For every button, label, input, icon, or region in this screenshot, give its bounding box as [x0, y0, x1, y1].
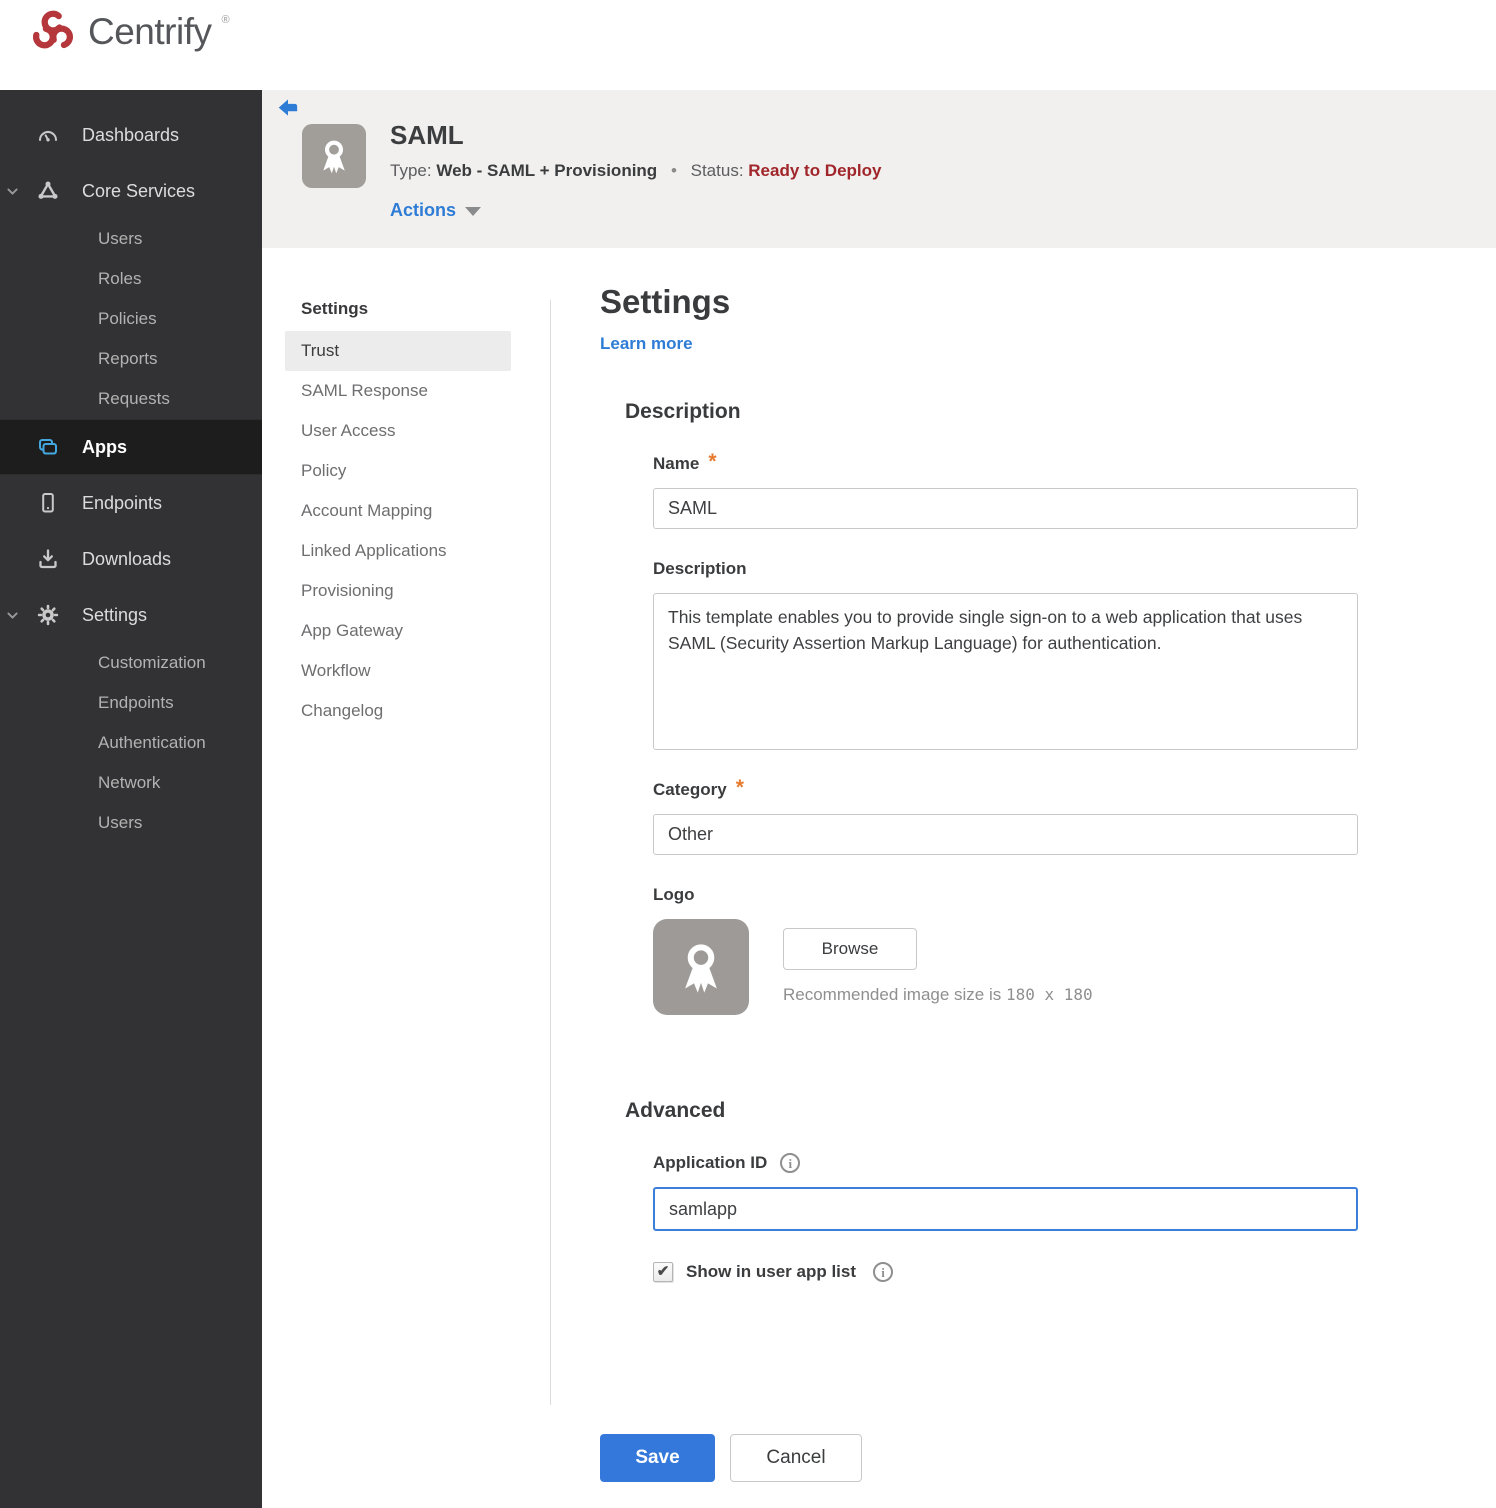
application-id-label: Application ID [653, 1153, 1358, 1173]
subnav-item-policy[interactable]: Policy [285, 451, 511, 491]
name-label: Name * [653, 450, 717, 473]
subnav-item-saml-response[interactable]: SAML Response [285, 371, 511, 411]
status-badge: Ready to Deploy [748, 161, 882, 180]
registered-mark: ® [221, 14, 230, 26]
sidebar-item-label: Dashboards [82, 124, 180, 145]
subnav-item-trust[interactable]: Trust [285, 331, 511, 371]
sidebar-item-label: Settings [82, 604, 148, 625]
subnav-item-app-gateway[interactable]: App Gateway [285, 611, 511, 651]
sidebar: Dashboards Core Services Users Roles Pol… [0, 90, 262, 1508]
actions-dropdown[interactable]: Actions [390, 200, 482, 221]
app-header: SAML Type: Web - SAML + Provisioning • S… [262, 90, 1496, 248]
logo-preview [653, 919, 749, 1015]
required-asterisk: * [708, 450, 717, 473]
description-section-heading: Description [625, 400, 741, 423]
settings-subnav: Settings Trust SAML Response User Access… [285, 293, 511, 731]
page: Centrify ® Dashboards Core Services User… [0, 0, 1496, 1508]
sidebar-item-customization[interactable]: Customization [0, 643, 262, 683]
sidebar-item-core-services[interactable]: Core Services [0, 163, 262, 219]
sidebar-item-requests[interactable]: Requests [0, 379, 262, 419]
subnav-item-workflow[interactable]: Workflow [285, 651, 511, 691]
subnav-item-user-access[interactable]: User Access [285, 411, 511, 451]
show-in-user-app-list-checkbox[interactable] [653, 1262, 673, 1282]
actions-label: Actions [390, 200, 457, 220]
category-label: Category * [653, 776, 744, 799]
cancel-button[interactable]: Cancel [730, 1434, 862, 1482]
subnav-item-changelog[interactable]: Changelog [285, 691, 511, 731]
sidebar-item-label: Apps [82, 436, 127, 457]
chevron-down-icon [465, 207, 482, 216]
recommended-size-value: 180 x 180 [1005, 985, 1093, 1004]
sidebar-item-endpoints[interactable]: Endpoints [0, 475, 262, 531]
subnav-title: Settings [301, 299, 369, 318]
settings-panel: Settings Learn more Description Name * D… [600, 283, 1358, 1482]
subnav-item-linked-applications[interactable]: Linked Applications [285, 531, 511, 571]
sidebar-item-label: Core Services [82, 180, 196, 201]
chevron-down-icon[interactable] [5, 184, 20, 199]
separator: • [670, 161, 677, 180]
panel-title: Settings [600, 283, 731, 320]
sidebar-item-authentication[interactable]: Authentication [0, 723, 262, 763]
application-id-field[interactable] [653, 1187, 1358, 1231]
recommended-size-hint: Recommended image size is 180 x 180 [783, 985, 1093, 1004]
sidebar-item-settings-users[interactable]: Users [0, 803, 262, 843]
app-logo-badge [302, 124, 366, 188]
description-field[interactable]: This template enables you to provide sin… [653, 593, 1358, 750]
sidebar-item-label: Endpoints [82, 492, 163, 513]
status-label: Status: [690, 161, 744, 180]
molecule-icon [36, 179, 60, 203]
show-in-user-app-list-label: Show in user app list [686, 1262, 857, 1281]
description-label: Description [653, 559, 747, 578]
gear-icon [36, 603, 60, 627]
sidebar-item-network[interactable]: Network [0, 763, 262, 803]
required-asterisk: * [735, 776, 744, 799]
type-label: Type: [390, 161, 432, 180]
save-button[interactable]: Save [600, 1434, 715, 1482]
centrify-swirl-icon [28, 6, 78, 63]
sidebar-item-users[interactable]: Users [0, 219, 262, 259]
info-icon[interactable] [780, 1153, 801, 1173]
sidebar-item-settings-endpoints[interactable]: Endpoints [0, 683, 262, 723]
sidebar-item-reports[interactable]: Reports [0, 339, 262, 379]
download-icon [36, 547, 60, 571]
browse-button[interactable]: Browse [783, 928, 917, 970]
back-arrow-icon[interactable] [276, 97, 300, 119]
brand-logo: Centrify ® [28, 6, 230, 63]
sidebar-item-settings[interactable]: Settings [0, 587, 262, 643]
top-bar: Centrify ® [0, 0, 1496, 90]
chevron-down-icon[interactable] [5, 608, 20, 623]
page-title: SAML [390, 120, 464, 150]
mobile-phone-icon [36, 491, 60, 515]
learn-more-link[interactable]: Learn more [600, 334, 693, 354]
sidebar-item-dashboards[interactable]: Dashboards [0, 107, 262, 163]
logo-label: Logo [653, 885, 695, 904]
category-field[interactable] [653, 814, 1358, 855]
sidebar-item-apps[interactable]: Apps [0, 419, 262, 475]
app-meta: Type: Web - SAML + Provisioning • Status… [390, 161, 881, 181]
sidebar-item-policies[interactable]: Policies [0, 299, 262, 339]
info-icon[interactable] [873, 1262, 894, 1282]
sidebar-item-label: Downloads [82, 548, 172, 569]
type-value: Web - SAML + Provisioning [436, 161, 658, 180]
apps-icon [36, 435, 60, 459]
vertical-divider [550, 300, 551, 1405]
subnav-item-provisioning[interactable]: Provisioning [285, 571, 511, 611]
advanced-section-heading: Advanced [625, 1099, 726, 1122]
subnav-item-account-mapping[interactable]: Account Mapping [285, 491, 511, 531]
name-field[interactable] [653, 488, 1358, 529]
brand-name: Centrify [88, 11, 212, 52]
sidebar-item-roles[interactable]: Roles [0, 259, 262, 299]
sidebar-item-downloads[interactable]: Downloads [0, 531, 262, 587]
gauge-icon [36, 123, 60, 147]
show-in-user-app-list-row: Show in user app list [653, 1262, 1358, 1282]
